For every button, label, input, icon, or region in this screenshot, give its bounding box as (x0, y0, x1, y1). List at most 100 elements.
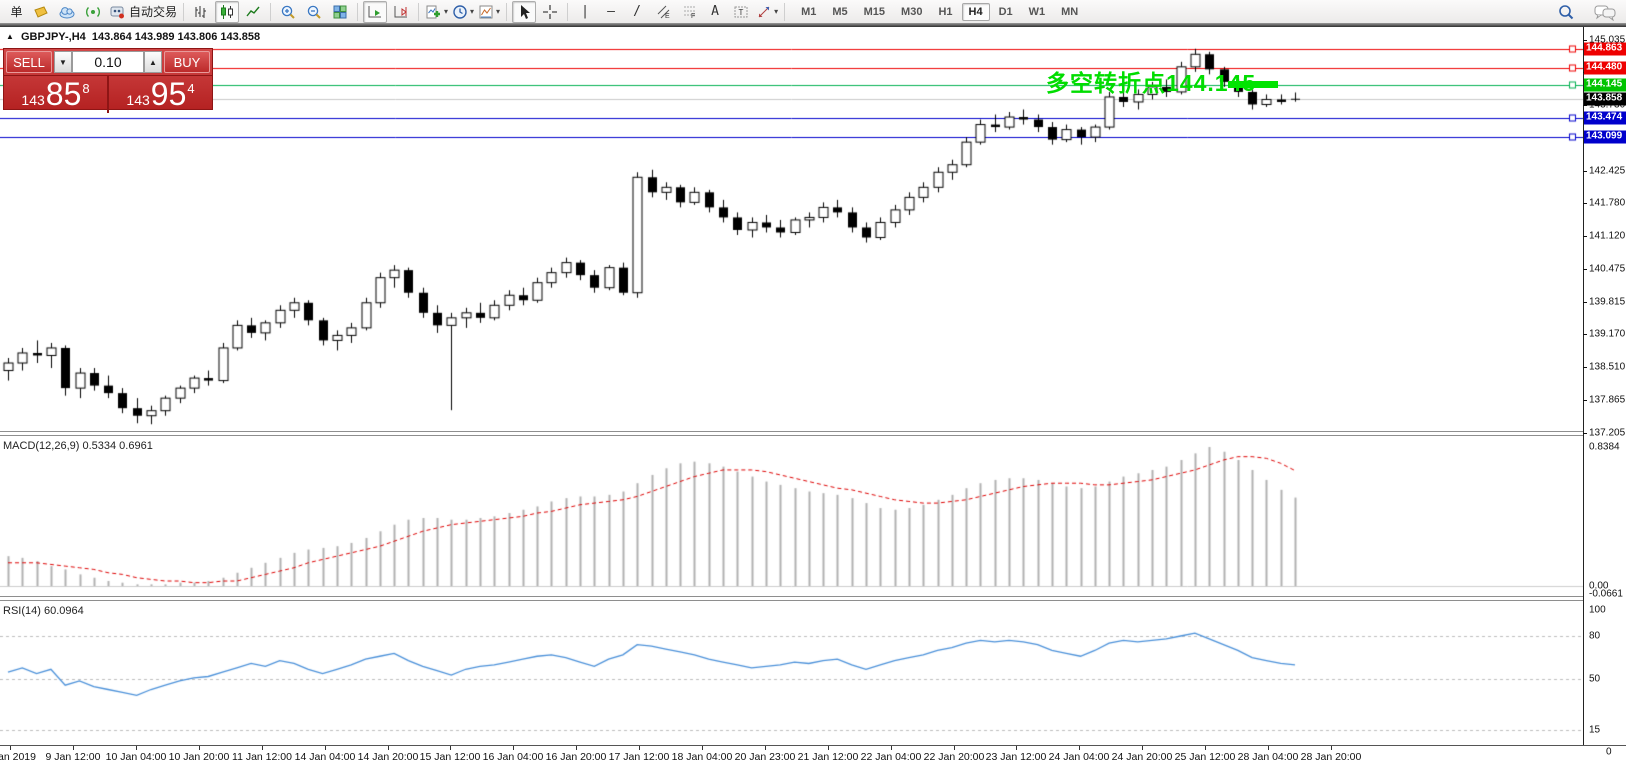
crosshair-icon[interactable] (538, 1, 562, 23)
bid-price-button[interactable]: 143 85 8 (4, 76, 109, 113)
text-tool-icon[interactable]: A (703, 1, 727, 23)
time-tick-label: 9 Jan 12:00 (46, 751, 101, 763)
time-tick-label: 24 Jan 20:00 (1112, 751, 1173, 763)
channel-tool-icon[interactable]: E (651, 1, 675, 23)
time-tick-mark (513, 746, 514, 750)
price-tick-mark (1583, 203, 1587, 204)
rsi-tick-label: 0 (1606, 747, 1612, 758)
time-tick-mark (765, 746, 766, 750)
price-line-tag: 144.863 (1584, 43, 1626, 56)
main-chart-canvas[interactable] (0, 27, 1583, 431)
time-tick-label: 8 Jan 2019 (0, 751, 36, 763)
timeframe-button-m5[interactable]: M5 (825, 3, 854, 21)
timeframe-button-h4[interactable]: H4 (962, 3, 990, 21)
arrows-tool-icon[interactable]: ▾ (755, 1, 779, 23)
trendline-tool-icon[interactable]: / (625, 1, 649, 23)
new-order-button[interactable]: 单 (3, 1, 27, 23)
price-tick-mark (1583, 334, 1587, 335)
search-icon[interactable] (1554, 1, 1578, 23)
price-line-tag: 143.099 (1584, 131, 1626, 144)
rsi-label: RSI(14) 60.0964 (3, 605, 84, 617)
time-tick-label: 17 Jan 12:00 (609, 751, 670, 763)
time-tick-label: 25 Jan 12:00 (1175, 751, 1236, 763)
timeframe-button-m1[interactable]: M1 (794, 3, 823, 21)
templates-icon[interactable]: ▾ (477, 1, 501, 23)
price-tick-label: 138.510 (1589, 362, 1625, 373)
rsi-pane-canvas[interactable] (0, 602, 1583, 745)
price-line-tag: 143.858 (1584, 93, 1626, 106)
fibonacci-tool-icon[interactable]: F (677, 1, 701, 23)
time-tick-label: 15 Jan 12:00 (420, 751, 481, 763)
vertical-line-tool-icon[interactable]: | (573, 1, 597, 23)
mt4-window: 单 自动交易 ▾ ▾ ▾ | — / E F A T ▾ (0, 0, 1626, 772)
timeframe-button-m15[interactable]: M15 (857, 3, 892, 21)
timeframe-button-h1[interactable]: H1 (931, 3, 959, 21)
periods-clock-icon[interactable]: ▾ (451, 1, 475, 23)
volume-up-button[interactable]: ▲ (144, 51, 162, 73)
time-tick-label: 14 Jan 04:00 (295, 751, 356, 763)
rsi-tick-label: 15 (1589, 725, 1600, 736)
pane-separator-rsi[interactable] (0, 596, 1583, 601)
time-tick-label: 22 Jan 20:00 (924, 751, 985, 763)
time-tick-label: 23 Jan 12:00 (986, 751, 1047, 763)
line-chart-icon[interactable] (241, 1, 265, 23)
price-line-tag: 143.474 (1584, 112, 1626, 125)
highlight-segment[interactable] (1228, 81, 1278, 88)
rsi-tick-label: 80 (1589, 631, 1600, 642)
time-tick-mark (954, 746, 955, 750)
price-line-tag: 144.480 (1584, 62, 1626, 75)
time-tick-label: 18 Jan 04:00 (672, 751, 733, 763)
time-tick-label: 10 Jan 04:00 (106, 751, 167, 763)
sell-button[interactable]: SELL (6, 51, 52, 73)
timeframe-button-w1[interactable]: W1 (1022, 3, 1053, 21)
time-tick-mark (576, 746, 577, 750)
toolbar: 单 自动交易 ▾ ▾ ▾ | — / E F A T ▾ (0, 0, 1626, 23)
chart-shift-icon[interactable] (389, 1, 413, 23)
time-tick-label: 28 Jan 20:00 (1301, 751, 1362, 763)
chat-icon[interactable] (1593, 1, 1617, 23)
signals-icon[interactable] (81, 1, 105, 23)
chart-annotation[interactable]: 多空转折点144.145 (1046, 64, 1256, 98)
zoom-out-icon[interactable] (302, 1, 326, 23)
time-tick-label: 10 Jan 20:00 (169, 751, 230, 763)
time-tick-mark (136, 746, 137, 750)
bar-chart-icon[interactable] (189, 1, 213, 23)
autotrading-button[interactable]: 自动交易 (107, 1, 178, 23)
time-tick-mark (1268, 746, 1269, 750)
ask-price-button[interactable]: 143 95 4 (109, 76, 212, 113)
price-tick-mark (1583, 269, 1587, 270)
buy-button[interactable]: BUY (164, 51, 210, 73)
timeframe-button-mn[interactable]: MN (1054, 3, 1085, 21)
volume-down-button[interactable]: ▼ (54, 51, 72, 73)
label-tool-icon[interactable]: T (729, 1, 753, 23)
time-tick-mark (639, 746, 640, 750)
vps-cloud-icon[interactable] (55, 1, 79, 23)
candlestick-chart-icon[interactable] (215, 1, 239, 23)
time-tick-mark (199, 746, 200, 750)
price-tick-label: 137.865 (1589, 395, 1625, 406)
tile-windows-icon[interactable] (328, 1, 352, 23)
cursor-icon[interactable] (512, 1, 536, 23)
add-indicator-icon[interactable]: ▾ (424, 1, 449, 23)
price-tick-label: 139.815 (1589, 297, 1625, 308)
time-tick-label: 11 Jan 12:00 (232, 751, 292, 763)
time-tick-mark (891, 746, 892, 750)
price-tick-mark (1583, 302, 1587, 303)
horizontal-line-tool-icon[interactable]: — (599, 1, 623, 23)
timeframe-button-m30[interactable]: M30 (894, 3, 929, 21)
market-icon[interactable] (29, 1, 53, 23)
price-tick-mark (1583, 400, 1587, 401)
time-tick-mark (388, 746, 389, 750)
time-tick-label: 28 Jan 04:00 (1238, 751, 1299, 763)
time-tick-mark (828, 746, 829, 750)
price-tick-mark (1583, 367, 1587, 368)
time-axis-border (0, 745, 1626, 746)
pane-separator-macd[interactable] (0, 431, 1583, 436)
timeframe-button-d1[interactable]: D1 (992, 3, 1020, 21)
one-click-trade-panel: SELL ▼ 0.10 ▲ BUY 143 85 8 143 95 4 (3, 48, 213, 110)
volume-input[interactable]: 0.10 (72, 51, 144, 73)
macd-pane-canvas[interactable] (0, 436, 1583, 596)
auto-scroll-icon[interactable] (363, 1, 387, 23)
price-tick-mark (1583, 40, 1587, 41)
zoom-in-icon[interactable] (276, 1, 300, 23)
